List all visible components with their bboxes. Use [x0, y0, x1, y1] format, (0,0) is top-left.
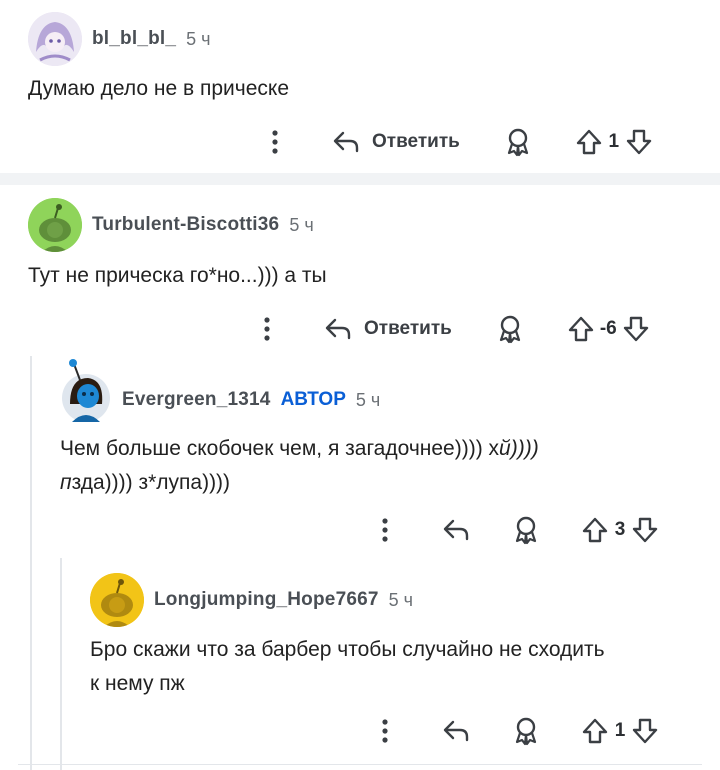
- reply-button[interactable]: [442, 518, 470, 542]
- comment-header: Longjumping_Hope7667 5 ч: [90, 573, 413, 627]
- award-icon: [504, 127, 532, 157]
- more-vertical-icon[interactable]: [372, 719, 398, 743]
- vote-score: 3: [614, 519, 626, 540]
- timestamp: 5 ч: [289, 214, 314, 235]
- vote-score: 1: [614, 720, 626, 741]
- downvote-button[interactable]: [626, 128, 652, 156]
- avatar-image: [28, 12, 82, 66]
- downvote-arrow-icon: [632, 516, 658, 544]
- award-button[interactable]: [512, 515, 540, 545]
- comment-actions: Ответить 1: [262, 124, 652, 160]
- award-button[interactable]: [512, 716, 540, 746]
- comment-text-line: к нему пж: [90, 672, 185, 695]
- downvote-arrow-icon: [632, 717, 658, 745]
- upvote-button[interactable]: [576, 128, 602, 156]
- upvote-arrow-icon: [576, 128, 602, 156]
- avatar[interactable]: [28, 198, 82, 252]
- thread-line[interactable]: [30, 356, 32, 770]
- username[interactable]: bl_bl_bl_: [92, 28, 176, 50]
- bottom-edge: [18, 764, 702, 770]
- award-icon: [512, 515, 540, 545]
- reply-arrow-icon: [442, 719, 470, 743]
- comment-actions: 1: [372, 713, 658, 749]
- thread-line[interactable]: [60, 558, 62, 770]
- upvote-button[interactable]: [568, 315, 594, 343]
- username[interactable]: Turbulent-Biscotti36: [92, 214, 279, 236]
- reply-button[interactable]: [442, 719, 470, 743]
- upvote-arrow-icon: [568, 315, 594, 343]
- timestamp: 5 ч: [388, 589, 414, 610]
- downvote-button[interactable]: [623, 315, 649, 343]
- comment-text: Бро скажи что за барбер чтобы случайно н…: [90, 633, 605, 701]
- award-icon: [496, 314, 524, 344]
- reply-label: Ответить: [364, 318, 452, 339]
- more-vertical-icon[interactable]: [262, 130, 288, 154]
- reply-button[interactable]: Ответить: [324, 317, 452, 341]
- reply-button[interactable]: Ответить: [332, 130, 460, 154]
- avatar-image: [28, 198, 82, 252]
- comment-text: Думаю дело не в прическе: [28, 77, 289, 100]
- comment-text-line: Чем больше скобочек чем, я загадочнее)))…: [60, 437, 500, 460]
- op-badge: АВТОР: [280, 389, 346, 410]
- avatar-image: [62, 359, 110, 422]
- comment-text-italic: й)))): [499, 437, 539, 460]
- comment-text-italic: п: [60, 471, 72, 494]
- reply-label: Ответить: [372, 131, 460, 152]
- comment-actions: 3: [372, 512, 658, 548]
- downvote-arrow-icon: [623, 315, 649, 343]
- comment-header: Evergreen_1314 АВТОР 5 ч: [60, 358, 380, 424]
- award-button[interactable]: [504, 127, 532, 157]
- avatar[interactable]: [60, 358, 112, 424]
- timestamp: 5 ч: [186, 28, 211, 49]
- reply-arrow-icon: [442, 518, 470, 542]
- upvote-button[interactable]: [582, 717, 608, 745]
- comment-header: bl_bl_bl_ 5 ч: [28, 12, 211, 66]
- comment-header: Turbulent-Biscotti36 5 ч: [28, 198, 314, 252]
- comment-actions: Ответить -6: [254, 311, 649, 347]
- username[interactable]: Evergreen_1314: [122, 389, 271, 411]
- more-vertical-icon[interactable]: [254, 317, 280, 341]
- more-vertical-icon[interactable]: [372, 518, 398, 542]
- award-icon: [512, 716, 540, 746]
- reply-arrow-icon: [332, 130, 360, 154]
- upvote-arrow-icon: [582, 717, 608, 745]
- reply-arrow-icon: [324, 317, 352, 341]
- avatar-image: [90, 573, 144, 627]
- comment-text-line: зда)))) з*лупа)))): [71, 471, 231, 494]
- comment-text: Тут не прическа го*но...))) а ты: [28, 264, 327, 287]
- avatar[interactable]: [90, 573, 144, 627]
- upvote-button[interactable]: [582, 516, 608, 544]
- vote-score: 1: [608, 131, 620, 152]
- award-button[interactable]: [496, 314, 524, 344]
- avatar[interactable]: [28, 12, 82, 66]
- downvote-button[interactable]: [632, 717, 658, 745]
- vote-score: -6: [599, 318, 617, 339]
- timestamp: 5 ч: [355, 389, 381, 410]
- comment-text: Чем больше скобочек чем, я загадочнее)))…: [60, 432, 539, 500]
- upvote-arrow-icon: [582, 516, 608, 544]
- downvote-button[interactable]: [632, 516, 658, 544]
- thread-divider: [0, 173, 720, 185]
- downvote-arrow-icon: [626, 128, 652, 156]
- username[interactable]: Longjumping_Hope7667: [154, 589, 379, 611]
- comment-text-line: Бро скажи что за барбер чтобы случайно н…: [90, 638, 605, 661]
